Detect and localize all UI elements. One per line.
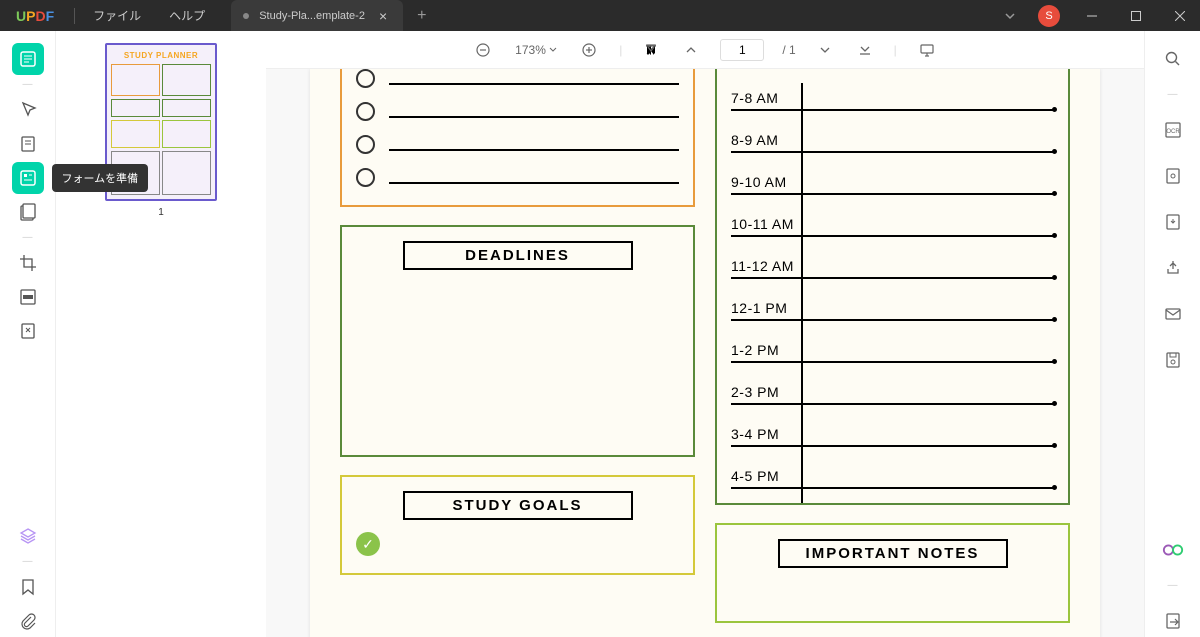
schedule-time: 10-11 AM (731, 216, 1054, 232)
tool-crop[interactable] (12, 247, 44, 279)
email-button[interactable] (1157, 298, 1189, 330)
schedule-time: 2-3 PM (731, 384, 1054, 400)
ai-assistant-button[interactable] (1157, 534, 1189, 566)
document-viewer[interactable]: DEADLINES STUDY GOALS ✓ 7-8 AM 8-9 AM (266, 69, 1144, 637)
task-line (389, 182, 679, 184)
thumbnail-page-number: 1 (68, 207, 254, 218)
separator (74, 8, 75, 24)
share-button[interactable] (1157, 252, 1189, 284)
page-number-input[interactable] (720, 39, 764, 61)
schedule-row: 12-1 PM (731, 279, 1054, 321)
separator: — (23, 232, 33, 243)
schedule-row: 4-5 PM (731, 447, 1054, 489)
schedule-row: 9-10 AM (731, 153, 1054, 195)
maximize-button[interactable] (1116, 0, 1156, 31)
schedule-time: 3-4 PM (731, 426, 1054, 442)
study-goals-header: STUDY GOALS (403, 491, 633, 520)
section-schedule: 7-8 AM 8-9 AM 9-10 AM 10-11 AM (715, 69, 1070, 505)
prev-page-button[interactable] (680, 39, 702, 61)
schedule-row: 10-11 AM (731, 195, 1054, 237)
next-page-button[interactable] (814, 39, 836, 61)
menu-help[interactable]: ヘルプ (155, 7, 219, 24)
bullet-icon (356, 135, 375, 154)
tool-compress[interactable] (12, 315, 44, 347)
document-tab[interactable]: Study-Pla...emplate-2 × (231, 0, 403, 31)
right-toolbar: — OCR — (1144, 31, 1200, 637)
schedule-row: 11-12 AM (731, 237, 1054, 279)
separator: — (23, 79, 33, 90)
close-window-button[interactable] (1160, 0, 1200, 31)
titlebar: UPDF ファイル ヘルプ Study-Pla...emplate-2 × + … (0, 0, 1200, 31)
tool-reader[interactable] (12, 43, 44, 75)
prepare-form-tooltip: フォームを準備 (52, 164, 149, 192)
first-page-button[interactable] (640, 39, 662, 61)
zoom-in-button[interactable] (577, 38, 601, 62)
schedule-row: 3-4 PM (731, 405, 1054, 447)
task-line (389, 83, 679, 85)
left-toolbar: — フォームを準備 — — (0, 31, 56, 637)
thumb-doc-title: STUDY PLANNER (111, 51, 211, 60)
schedule-time: 8-9 AM (731, 132, 1054, 148)
important-notes-header: IMPORTANT NOTES (778, 539, 1008, 568)
close-icon[interactable]: × (375, 8, 391, 24)
tool-organize[interactable] (12, 196, 44, 228)
user-avatar[interactable]: S (1038, 5, 1060, 27)
check-icon: ✓ (356, 532, 380, 556)
schedule-time: 12-1 PM (731, 300, 1054, 316)
search-button[interactable] (1157, 43, 1189, 75)
tool-attachment[interactable] (12, 605, 44, 637)
thumbnail-panel: STUDY PLANNER 1 (56, 31, 266, 637)
chevron-down-icon[interactable] (994, 10, 1026, 22)
deadlines-header: DEADLINES (403, 241, 633, 270)
presentation-button[interactable] (915, 38, 939, 62)
app-logo: UPDF (0, 8, 70, 24)
last-page-button[interactable] (854, 39, 876, 61)
separator: — (23, 556, 33, 567)
tool-prepare-form[interactable]: フォームを準備 (12, 162, 44, 194)
top-toolbar: 173% | / 1 | (266, 31, 1144, 69)
schedule-time: 7-8 AM (731, 90, 1054, 106)
bullet-icon (356, 69, 375, 88)
pdf-page: DEADLINES STUDY GOALS ✓ 7-8 AM 8-9 AM (310, 69, 1100, 637)
minimize-button[interactable] (1072, 0, 1112, 31)
bullet-icon (356, 168, 375, 187)
save-button[interactable] (1157, 344, 1189, 376)
export-button[interactable] (1157, 605, 1189, 637)
task-line (389, 149, 679, 151)
schedule-time: 9-10 AM (731, 174, 1054, 190)
schedule-time: 4-5 PM (731, 468, 1054, 484)
tab-title: Study-Pla...emplate-2 (259, 10, 365, 22)
section-study-goals: STUDY GOALS ✓ (340, 475, 695, 575)
section-tasks (340, 69, 695, 207)
tab-modified-dot (243, 13, 249, 19)
schedule-time: 11-12 AM (731, 258, 1054, 274)
page-total: / 1 (782, 43, 795, 57)
menu-file[interactable]: ファイル (79, 7, 155, 24)
ocr-button[interactable]: OCR (1157, 114, 1189, 146)
bullet-icon (356, 102, 375, 121)
zoom-out-button[interactable] (471, 38, 495, 62)
tool-layers[interactable] (12, 520, 44, 552)
tool-bookmark[interactable] (12, 571, 44, 603)
task-line (389, 116, 679, 118)
schedule-time: 1-2 PM (731, 342, 1054, 358)
schedule-row: 7-8 AM (731, 69, 1054, 111)
protect-button[interactable] (1157, 160, 1189, 192)
tool-redact[interactable] (12, 281, 44, 313)
svg-text:OCR: OCR (1166, 129, 1180, 135)
schedule-row: 1-2 PM (731, 321, 1054, 363)
schedule-row: 8-9 AM (731, 111, 1054, 153)
section-important-notes: IMPORTANT NOTES (715, 523, 1070, 623)
flatten-button[interactable] (1157, 206, 1189, 238)
tool-comment[interactable] (12, 94, 44, 126)
zoom-value[interactable]: 173% (513, 43, 559, 57)
section-deadlines: DEADLINES (340, 225, 695, 457)
schedule-row: 2-3 PM (731, 363, 1054, 405)
tool-edit[interactable] (12, 128, 44, 160)
add-tab-button[interactable]: + (403, 7, 440, 25)
